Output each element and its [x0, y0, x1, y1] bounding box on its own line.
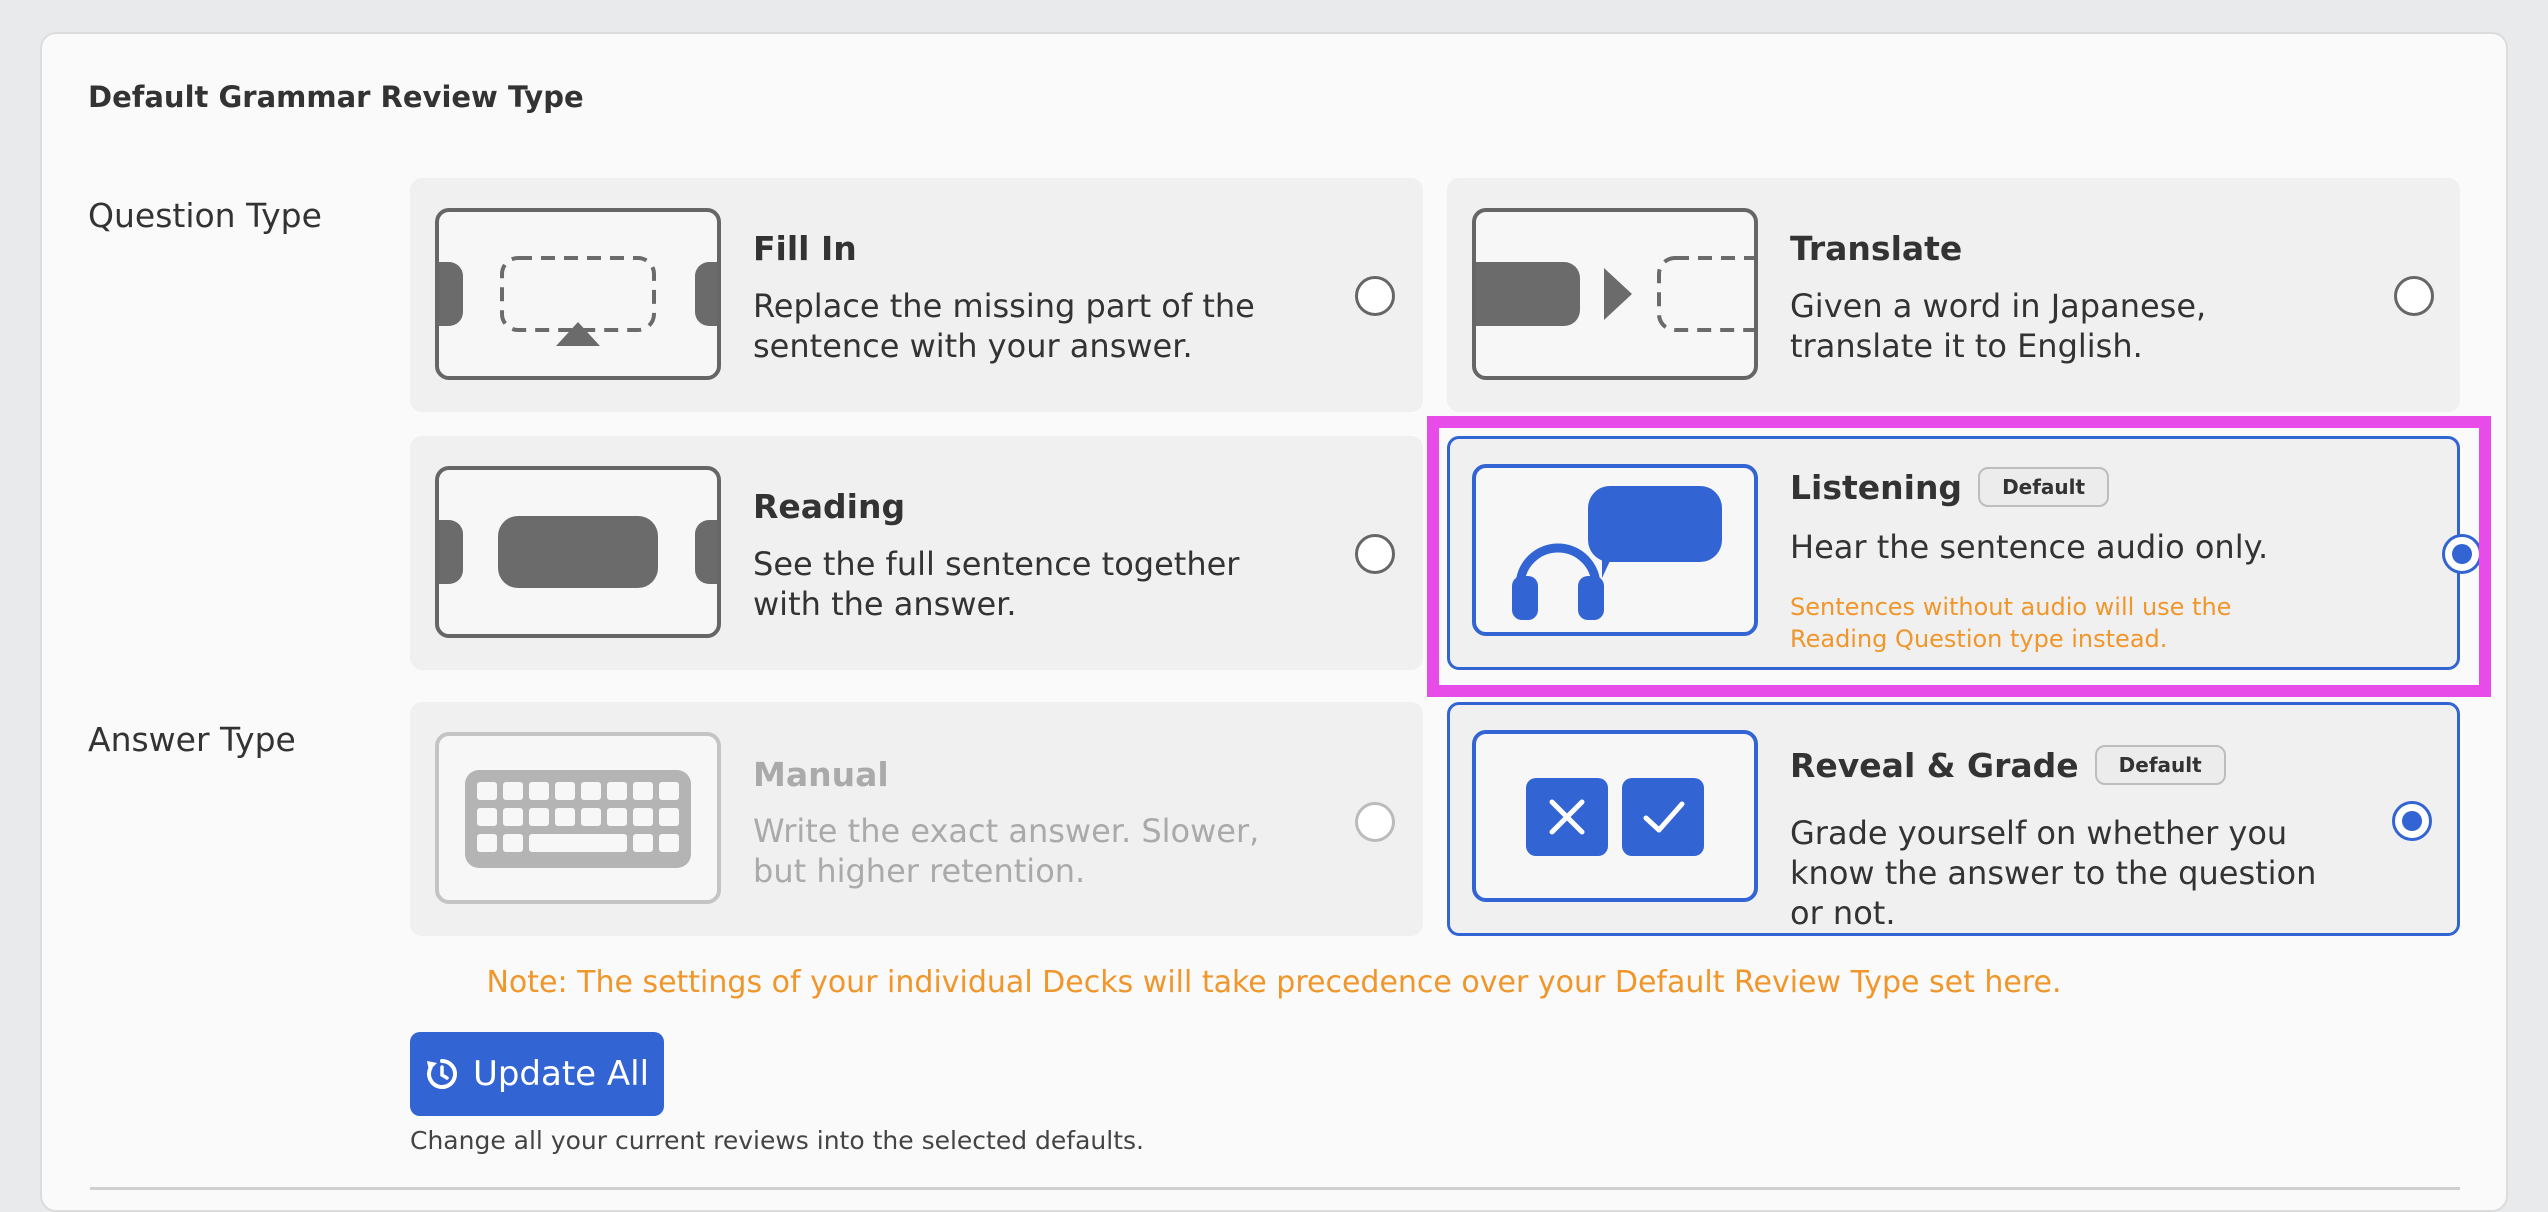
option-manual[interactable]: Manual Write the exact answer. Slower, b… [410, 702, 1423, 936]
option-title: Translate [1790, 229, 1963, 268]
manual-radio[interactable] [1355, 802, 1395, 842]
option-fill-in[interactable]: Fill In Replace the missing part of the … [410, 178, 1423, 412]
option-title: Reveal & Grade Default [1790, 745, 2226, 785]
option-reveal-grade[interactable]: Reveal & Grade Default Grade yourself on… [1447, 702, 2460, 936]
fill-in-radio[interactable] [1355, 276, 1395, 316]
reveal-grade-radio[interactable] [2392, 801, 2432, 841]
default-badge: Default [2094, 745, 2226, 785]
section-title: Default Grammar Review Type [88, 80, 584, 114]
selection-highlight [1427, 416, 2491, 697]
refresh-clock-icon [425, 1057, 459, 1091]
helper-text: Change all your current reviews into the… [410, 1126, 1144, 1155]
option-title: Manual [753, 755, 889, 794]
question-type-label: Question Type [88, 196, 322, 235]
precedence-note: Note: The settings of your individual De… [486, 965, 2062, 1000]
answer-type-label: Answer Type [88, 720, 296, 759]
option-description: Grade yourself on whether you know the a… [1790, 814, 2317, 932]
cross-check-icon [1472, 730, 1758, 902]
option-reading[interactable]: Reading See the full sentence together w… [410, 436, 1423, 670]
option-title: Fill In [753, 229, 857, 268]
reading-radio[interactable] [1355, 534, 1395, 574]
option-title: Reading [753, 487, 906, 526]
update-all-label: Update All [472, 1054, 650, 1094]
divider [90, 1187, 2460, 1190]
option-description: Given a word in Japanese, translate it t… [1790, 287, 2207, 365]
translate-illustration-icon [1472, 208, 1758, 380]
reading-illustration-icon [435, 466, 721, 638]
update-all-button[interactable]: Update All [410, 1032, 664, 1116]
translate-radio[interactable] [2394, 276, 2434, 316]
keyboard-icon [435, 732, 721, 904]
option-description: See the full sentence together with the … [753, 545, 1240, 623]
option-translate[interactable]: Translate Given a word in Japanese, tran… [1447, 178, 2460, 412]
option-description: Write the exact answer. Slower, but high… [753, 812, 1260, 890]
fill-in-illustration-icon [435, 208, 721, 380]
option-description: Replace the missing part of the sentence… [753, 287, 1255, 365]
